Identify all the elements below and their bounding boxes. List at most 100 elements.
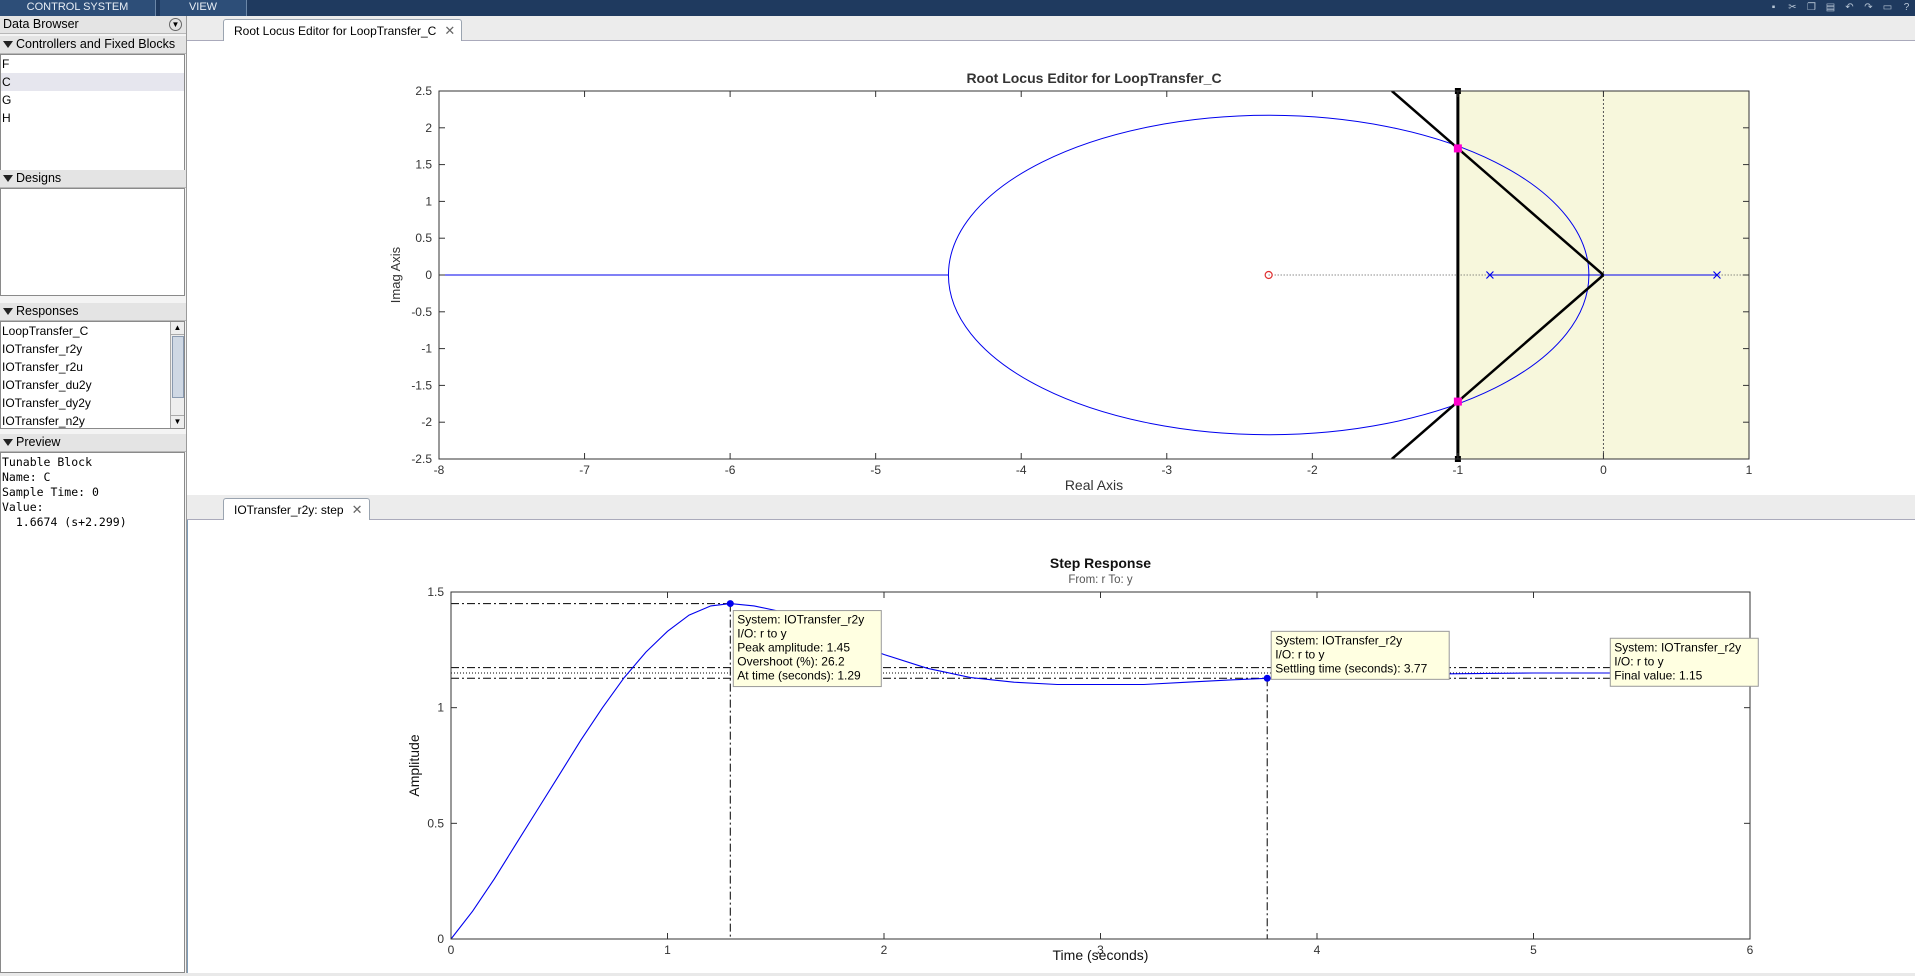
y-tick-label: -1.5 [411,378,432,392]
y-axis-label: Imag Axis [388,246,403,303]
root-locus-plot[interactable]: Root Locus Editor for LoopTransfer_C -8 -7… [187,41,1915,512]
preview-box: Tunable Block Name: C Sample Time: 0 Val… [0,452,185,973]
layout-icon[interactable]: ▭ [1881,2,1894,14]
y-tick-label: 0.5 [427,816,444,830]
save-icon[interactable]: ▪ [1767,2,1780,14]
responses-scrollbar[interactable]: ▲ ▼ [170,322,184,428]
close-icon[interactable]: ✕ [352,502,363,517]
datatip-line: I/O: r to y [737,627,786,641]
y-tick-label: 1.5 [427,585,444,599]
step-response-subtitle: From: r To: y [1068,574,1133,586]
x-tick-label: -5 [870,463,881,477]
list-item-looptransfer-c[interactable]: LoopTransfer_C [1,322,184,340]
y-tick-label: -1 [421,342,432,356]
y-tick-label: 1.5 [415,158,432,172]
preview-line: Value: [2,500,44,514]
top-tab-bar: Root Locus Editor for LoopTransfer_C ✕ [187,16,1915,41]
scroll-down-icon[interactable]: ▼ [171,415,184,428]
tab-step-response[interactable]: IOTransfer_r2y: step ✕ [223,498,370,520]
collapse-triangle-icon[interactable] [3,439,13,447]
list-item-iotransfer-r2y[interactable]: IOTransfer_r2y [1,340,184,358]
controllers-section-header[interactable]: Controllers and Fixed Blocks [0,36,186,54]
step-response-pane: Step Response From: r To: y 0 1 2 3 4 5 6 0 0.5 1 1.… [187,520,1915,973]
main-area: Root Locus Editor for LoopTransfer_C ✕ Ro… [187,16,1915,973]
list-item-iotransfer-du2y[interactable]: IOTransfer_du2y [1,376,184,394]
designs-section-header[interactable]: Designs [0,170,186,188]
datatip-line: I/O: r to y [1275,647,1324,661]
tab-label: Root Locus Editor for LoopTransfer_C [234,24,437,38]
scroll-up-icon[interactable]: ▲ [171,322,184,335]
peak-marker [726,600,734,608]
data-browser-panel: Data Browser ▼ Controllers and Fixed Blo… [0,16,187,973]
undo-icon[interactable]: ↶ [1843,2,1856,14]
y-tick-label: 2.5 [415,84,432,98]
datatip-line: I/O: r to y [1614,654,1663,668]
toolstrip: CONTROL SYSTEM VIEW ▪ ✂ ❐ ▤ ↶ ↷ ▭ ? [0,0,1915,16]
x-tick-label: -7 [579,463,590,477]
tab-view[interactable]: VIEW [160,0,247,16]
bottom-tab-bar: IOTransfer_r2y: step ✕ [187,495,1915,520]
x-tick-label: 0 [448,943,455,957]
help-icon[interactable]: ? [1900,2,1913,14]
datatip-line: Peak amplitude: 1.45 [737,641,850,655]
datatip-line: System: IOTransfer_r2y [1275,633,1402,647]
root-locus-pane: Root Locus Editor for LoopTransfer_C -8 -7… [187,41,1915,512]
datatip-line: Overshoot (%): 26.2 [737,655,845,669]
settling-marker [1263,674,1271,682]
y-tick-label: 2 [425,121,432,135]
x-tick-label: -8 [434,463,445,477]
responses-list: LoopTransfer_C IOTransfer_r2y IOTransfer… [0,321,185,429]
collapse-triangle-icon[interactable] [3,41,13,49]
preview-line: 1.6674 (s+2.299) [2,515,127,529]
y-tick-label: -2.5 [411,452,432,466]
close-icon[interactable]: ✕ [444,23,455,38]
x-tick-label: 6 [1747,943,1754,957]
preview-section-header[interactable]: Preview [0,434,186,452]
y-tick-label: 1 [437,701,444,715]
list-item-F[interactable]: F [1,55,184,73]
list-item-iotransfer-r2u[interactable]: IOTransfer_r2u [1,358,184,376]
collapse-triangle-icon[interactable] [3,308,13,316]
x-tick-label: 0 [1600,463,1607,477]
collapse-triangle-icon[interactable] [3,175,13,183]
list-item-iotransfer-dy2y[interactable]: IOTransfer_dy2y [1,394,184,412]
redo-icon[interactable]: ↷ [1862,2,1875,14]
y-tick-label: 0 [425,268,432,282]
closed-loop-pole-marker [1453,397,1462,406]
designs-header-label: Designs [16,171,62,185]
y-tick-label: 0.5 [415,231,432,245]
list-item-G[interactable]: G [1,91,184,109]
controllers-header-label: Controllers and Fixed Blocks [16,37,176,51]
closed-loop-pole-marker [1453,144,1462,153]
x-tick-label: 1 [664,943,671,957]
panel-menu-icon[interactable]: ▼ [169,18,182,31]
cut-icon[interactable]: ✂ [1786,2,1799,14]
paste-icon[interactable]: ▤ [1824,2,1837,14]
list-item-H[interactable]: H [1,109,184,127]
list-item-iotransfer-n2y[interactable]: IOTransfer_n2y [1,412,184,428]
root-locus-title: Root Locus Editor for LoopTransfer_C [966,70,1221,86]
plot-background [451,592,1750,939]
x-axis-label: Time (seconds) [1053,947,1149,963]
y-tick-label: -0.5 [411,305,432,319]
y-tick-label: 1 [425,194,432,208]
datatip-line: System: IOTransfer_r2y [737,613,864,627]
preview-line: Tunable Block [2,455,93,469]
y-tick-label: -2 [421,415,432,429]
scroll-thumb[interactable] [172,336,184,398]
copy-icon[interactable]: ❐ [1805,2,1818,14]
preview-line: Sample Time: 0 [2,485,99,499]
tab-root-locus-editor[interactable]: Root Locus Editor for LoopTransfer_C ✕ [223,19,463,41]
quick-access-toolbar: ▪ ✂ ❐ ▤ ↶ ↷ ▭ ? [1767,0,1913,16]
tab-control-system[interactable]: CONTROL SYSTEM [0,0,156,16]
x-tick-label: 2 [881,943,888,957]
x-tick-label: -2 [1307,463,1318,477]
responses-section-header[interactable]: Responses [0,303,186,321]
step-response-title: Step Response [1050,555,1151,571]
step-response-plot[interactable]: Step ResponseFrom: r To: y0 1 2 3 4 5 600.511.… [188,520,1915,973]
x-tick-label: -4 [1016,463,1027,477]
controllers-list: F C G H [0,54,185,182]
tab-label: IOTransfer_r2y: step [234,503,344,517]
data-browser-title: Data Browser [3,17,79,31]
list-item-C[interactable]: C [1,73,184,91]
